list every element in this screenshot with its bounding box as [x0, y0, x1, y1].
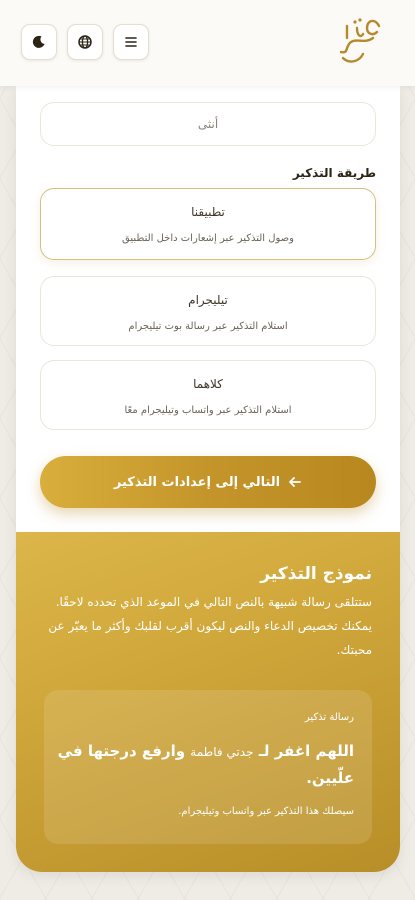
next-button-label: التالي إلى إعدادات التذكير	[113, 474, 281, 490]
gender-value: أنثى	[197, 117, 219, 131]
menu-icon	[125, 37, 137, 47]
reminder-form-card: أنثى طريقة التذكير تطبيقنا وصول التذكير …	[16, 86, 400, 872]
app-header	[0, 0, 415, 86]
reminder-sample-panel: نموذج التذكير ستتلقى رسالة شبيهة بالنص ا…	[16, 532, 400, 872]
option-title: تيليجرام	[188, 293, 228, 307]
option-title: كلاهما	[193, 377, 223, 391]
message-part-1: اللهم اغفر لـ	[258, 742, 354, 760]
message-text: اللهم اغفر لـ جدتي فاطمة وارفع درجتها في…	[56, 738, 354, 791]
option-description: وصول التذكير عبر إشعارات داخل التطبيق	[122, 233, 294, 244]
sample-title: نموذج التذكير	[260, 564, 372, 584]
message-label: رسالة تذكير	[304, 712, 354, 723]
reminder-method-label: طريقة التذكير	[292, 166, 376, 180]
app-logo[interactable]	[327, 8, 389, 70]
menu-button[interactable]	[113, 24, 149, 60]
option-both[interactable]: كلاهما استلام التذكير عبر واتساب وتيليجر…	[40, 360, 376, 430]
globe-icon	[78, 35, 92, 49]
sample-description: ستتلقى رسالة شبيهة بالنص التالي في الموع…	[48, 595, 372, 657]
option-telegram[interactable]: تيليجرام استلام التذكير عبر رسالة بوت تي…	[40, 276, 376, 346]
language-button[interactable]	[67, 24, 103, 60]
arrow-left-icon	[289, 477, 302, 487]
option-our-app[interactable]: تطبيقنا وصول التذكير عبر إشعارات داخل ال…	[40, 188, 376, 260]
option-description: استلام التذكير عبر رسالة بوت تيليجرام	[128, 321, 288, 332]
moon-icon	[32, 35, 45, 48]
message-name: جدتي فاطمة	[190, 745, 254, 759]
option-description: استلام التذكير عبر واتساب وتيليجرام معًا	[124, 405, 292, 416]
gender-field[interactable]: أنثى	[40, 102, 376, 146]
message-note: سيصلك هذا التذكير عبر واتساب وتيليجرام.	[178, 806, 354, 817]
sample-message-box: رسالة تذكير اللهم اغفر لـ جدتي فاطمة وار…	[44, 690, 372, 844]
next-to-reminder-settings-button[interactable]: التالي إلى إعدادات التذكير	[40, 456, 376, 508]
option-title: تطبيقنا	[191, 205, 225, 219]
theme-toggle-button[interactable]	[21, 24, 57, 60]
